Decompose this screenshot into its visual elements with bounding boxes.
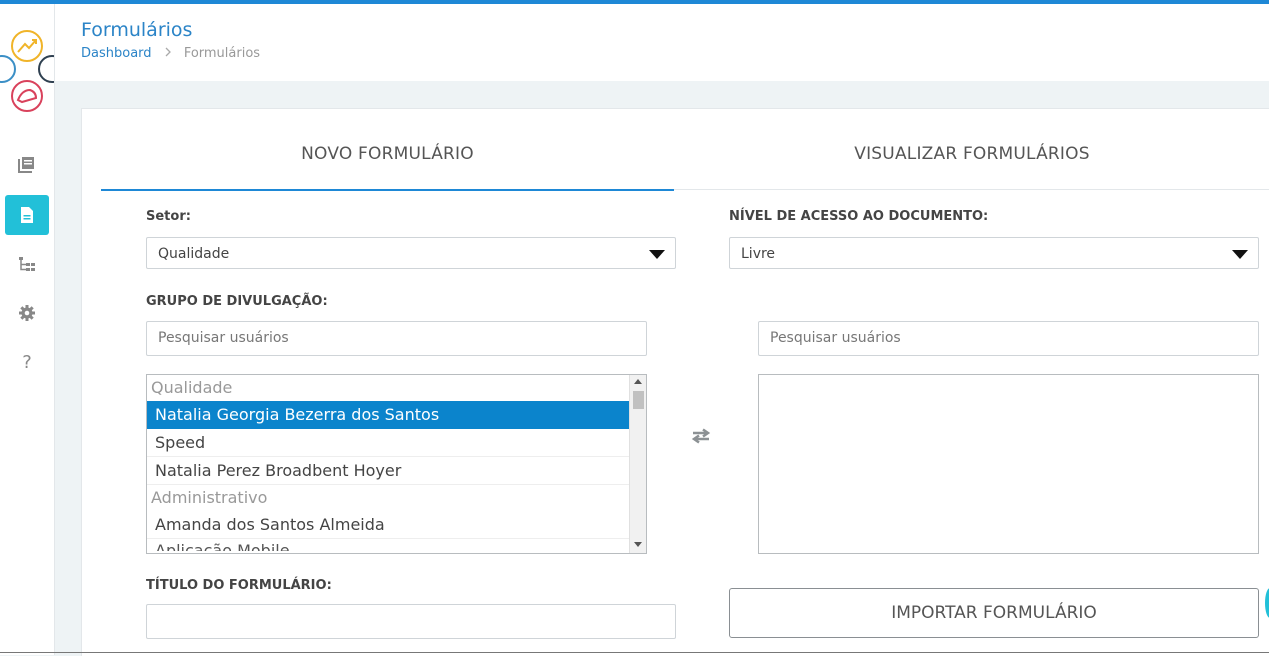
library-icon bbox=[18, 157, 34, 173]
listbox-group-header: Administrativo bbox=[151, 488, 268, 507]
listbox-option[interactable]: Speed bbox=[147, 429, 629, 457]
page-title: Formulários bbox=[81, 19, 193, 41]
nivel-acesso-select-value: Livre bbox=[741, 246, 776, 262]
listbox-option[interactable]: Aplicação Mobile bbox=[147, 539, 629, 551]
sidebar-item-hierarchy[interactable] bbox=[5, 244, 49, 284]
floating-action-button[interactable] bbox=[1265, 588, 1269, 618]
sidebar: ? bbox=[0, 4, 55, 655]
hierarchy-icon bbox=[19, 257, 35, 271]
listbox-scrollbar[interactable] bbox=[629, 375, 646, 553]
swap-arrows-icon[interactable] bbox=[690, 427, 712, 449]
titulo-formulario-input[interactable] bbox=[146, 604, 676, 639]
question-icon: ? bbox=[22, 351, 32, 373]
scrollbar-thumb[interactable] bbox=[633, 391, 644, 409]
available-users-listbox[interactable]: Qualidade Natalia Georgia Bezerra dos Sa… bbox=[146, 374, 647, 554]
gear-icon bbox=[19, 305, 35, 321]
tab-visualizar-formularios[interactable]: VISUALIZAR FORMULÁRIOS bbox=[674, 143, 1269, 190]
sidebar-item-help[interactable]: ? bbox=[5, 342, 49, 382]
sidebar-item-library[interactable] bbox=[5, 144, 49, 184]
search-users-right-input[interactable]: Pesquisar usuários bbox=[758, 321, 1259, 356]
listbox-option[interactable]: Natalia Georgia Bezerra dos Santos bbox=[147, 401, 629, 429]
form-card: NOVO FORMULÁRIO VISUALIZAR FORMULÁRIOS S… bbox=[81, 108, 1269, 656]
nivel-acesso-label: NÍVEL DE ACESSO AO DOCUMENTO: bbox=[729, 209, 989, 224]
search-users-right-placeholder: Pesquisar usuários bbox=[770, 330, 901, 346]
app-logo[interactable] bbox=[0, 24, 54, 116]
search-users-left-input[interactable]: Pesquisar usuários bbox=[146, 321, 647, 356]
sidebar-item-documents[interactable] bbox=[5, 195, 49, 235]
tab-novo-formulario[interactable]: NOVO FORMULÁRIO bbox=[101, 143, 674, 191]
grupo-divulgacao-label: GRUPO DE DIVULGAÇÃO: bbox=[146, 294, 328, 309]
breadcrumb-current: Formulários bbox=[183, 46, 261, 61]
caret-down-icon bbox=[649, 250, 665, 259]
chevron-right-icon bbox=[164, 46, 172, 61]
listbox-option[interactable]: Natalia Perez Broadbent Hoyer bbox=[147, 457, 629, 485]
setor-label: Setor: bbox=[146, 209, 191, 224]
setor-select[interactable]: Qualidade bbox=[146, 237, 676, 269]
listbox-group-header: Qualidade bbox=[151, 378, 233, 397]
search-users-left-placeholder: Pesquisar usuários bbox=[158, 330, 289, 346]
nivel-acesso-select[interactable]: Livre bbox=[729, 237, 1259, 269]
caret-down-icon bbox=[1232, 250, 1248, 259]
scroll-down-arrow-icon[interactable] bbox=[634, 542, 642, 547]
breadcrumb-dashboard-link[interactable]: Dashboard bbox=[81, 46, 152, 61]
scroll-up-arrow-icon[interactable] bbox=[634, 379, 642, 384]
importar-formulario-button[interactable]: IMPORTAR FORMULÁRIO bbox=[729, 588, 1259, 638]
page-header: Formulários Dashboard Formulários bbox=[55, 4, 1269, 81]
setor-select-value: Qualidade bbox=[158, 246, 230, 262]
sidebar-item-settings[interactable] bbox=[5, 293, 49, 333]
divider bbox=[0, 652, 1269, 653]
breadcrumb: Dashboard Formulários bbox=[81, 46, 260, 61]
document-icon bbox=[21, 207, 33, 223]
selected-users-listbox[interactable] bbox=[758, 374, 1259, 554]
listbox-option[interactable]: Amanda dos Santos Almeida bbox=[147, 511, 629, 539]
titulo-formulario-label: TÍTULO DO FORMULÁRIO: bbox=[146, 578, 332, 593]
